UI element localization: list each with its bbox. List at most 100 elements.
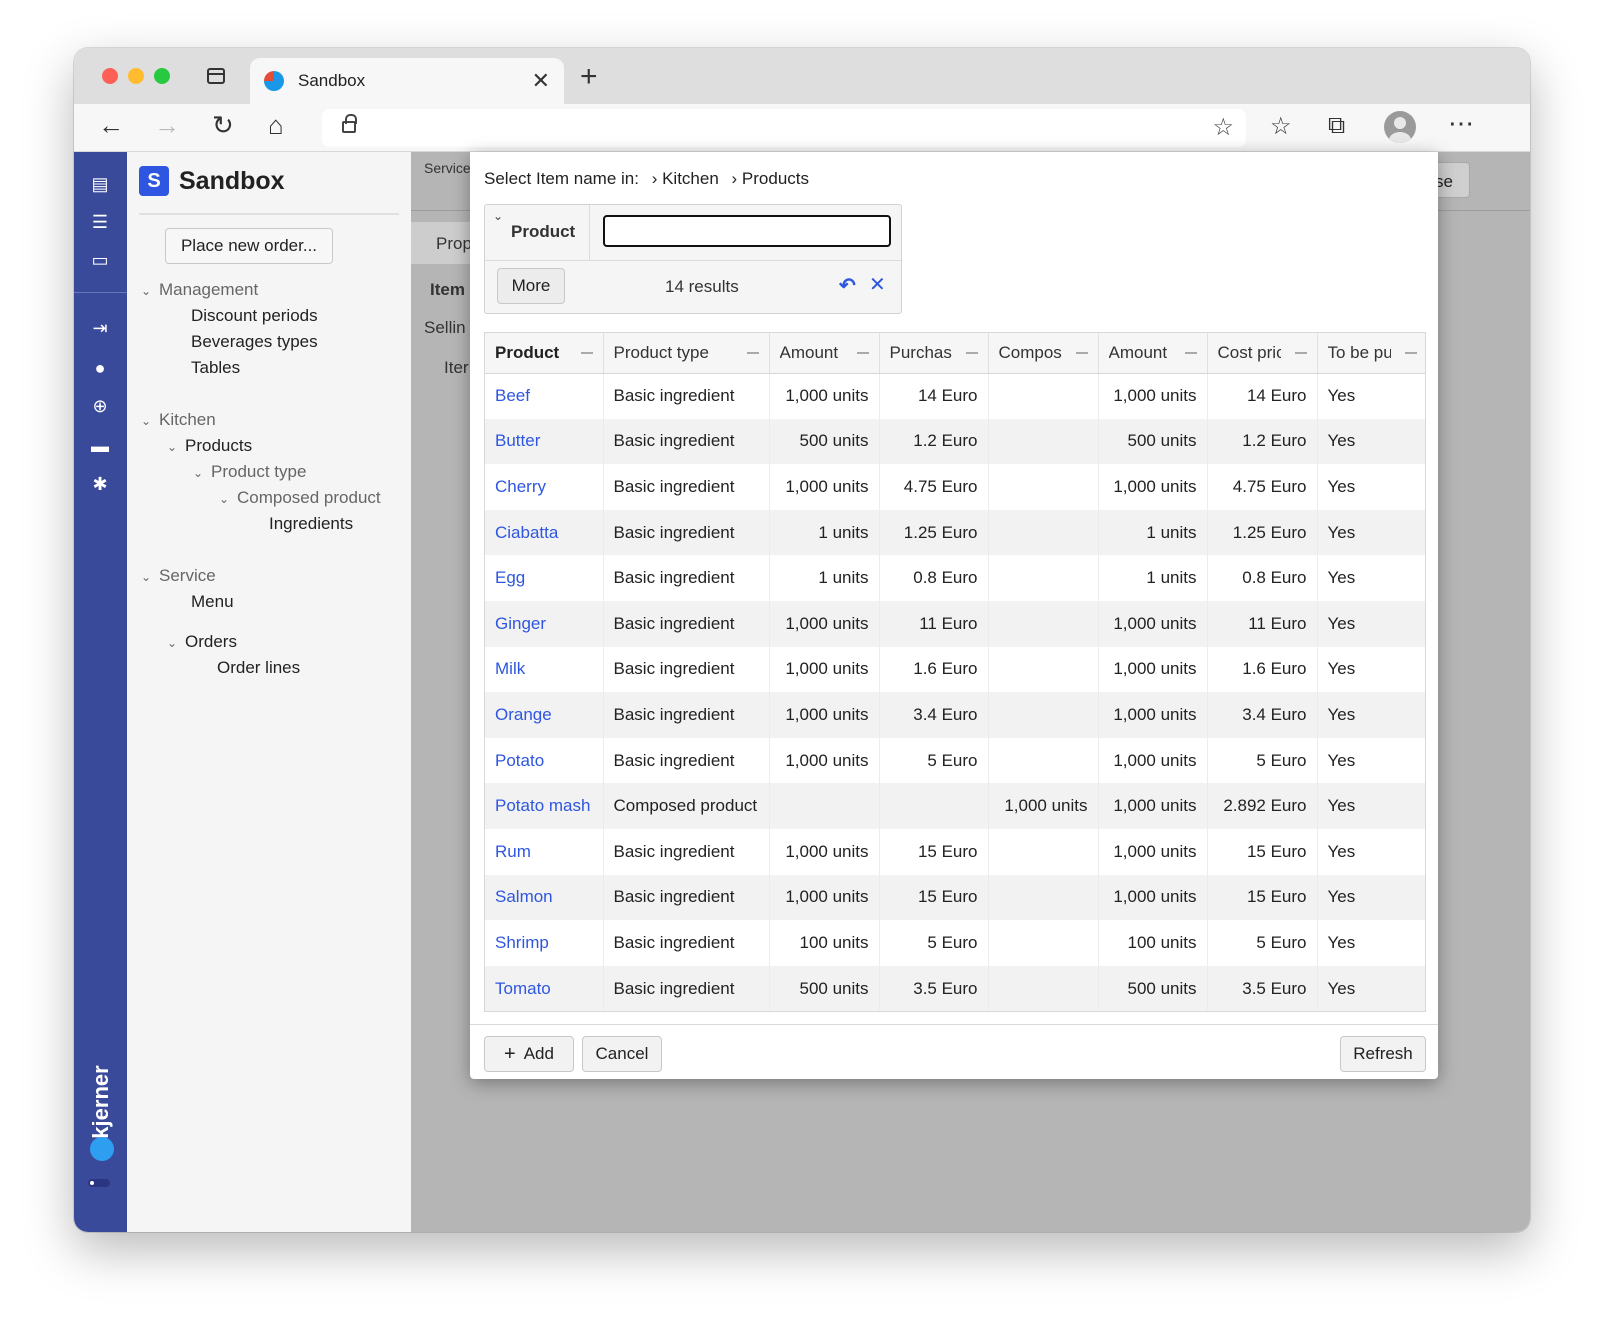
column-header-amount[interactable]: Amount xyxy=(769,333,880,374)
breadcrumb-products[interactable]: › Products xyxy=(732,169,809,188)
column-menu-icon[interactable] xyxy=(580,352,593,354)
home-icon[interactable]: ⌂ xyxy=(268,110,284,141)
table-row[interactable]: Butter Basic ingredient 500 units 1.2 Euro 5… xyxy=(485,418,1425,465)
globe-icon[interactable]: ⊕ xyxy=(88,394,112,418)
product-link[interactable]: Shrimp xyxy=(485,920,604,966)
column-menu-icon[interactable] xyxy=(965,352,978,354)
column-header-label: Amount xyxy=(779,343,839,362)
column-header-purchase[interactable]: Purchas xyxy=(879,333,989,374)
nav-item-discount-periods[interactable]: Discount periods xyxy=(191,306,318,326)
tab-close-icon[interactable]: ✕ xyxy=(532,68,550,94)
more-options-icon[interactable]: ⋯ xyxy=(1448,108,1474,139)
palette-icon[interactable]: ● xyxy=(88,356,112,380)
column-header-product[interactable]: Product xyxy=(485,333,604,374)
table-row[interactable]: Milk Basic ingredient 1,000 units 1.6 Euro 1… xyxy=(485,646,1425,693)
table-row[interactable]: Salmon Basic ingredient 1,000 units 15 Euro… xyxy=(485,874,1425,921)
product-link[interactable]: Ginger xyxy=(485,600,604,647)
product-link[interactable]: Ciabatta xyxy=(485,509,604,556)
column-header-to-be-purchased[interactable]: To be pu xyxy=(1317,333,1425,374)
gear-icon[interactable]: ✱ xyxy=(88,472,112,496)
login-icon[interactable]: ⇥ xyxy=(88,316,112,340)
column-header-amount-2[interactable]: Amount xyxy=(1098,333,1208,374)
new-tab-icon[interactable]: + xyxy=(580,60,598,94)
table-row[interactable]: Rum Basic ingredient 1,000 units 15 Euro 1,0… xyxy=(485,828,1425,875)
profile-avatar[interactable] xyxy=(1384,111,1416,143)
product-link[interactable]: Butter xyxy=(485,418,604,465)
product-link[interactable]: Potato mash xyxy=(485,783,604,829)
browser-tab[interactable]: Sandbox ✕ xyxy=(250,58,564,104)
table-cell: Yes xyxy=(1317,783,1425,829)
column-header-cost-price[interactable]: Cost pric xyxy=(1207,333,1318,374)
tab-actions-icon[interactable] xyxy=(207,68,225,84)
product-filter-input[interactable] xyxy=(603,215,891,247)
column-menu-icon[interactable] xyxy=(856,352,869,354)
nav-item-orders[interactable]: ⌄ Orders xyxy=(167,632,237,652)
column-menu-icon[interactable] xyxy=(1294,352,1307,354)
more-button[interactable]: More xyxy=(497,268,565,304)
cancel-button[interactable]: Cancel xyxy=(582,1036,662,1072)
product-link[interactable]: Milk xyxy=(485,646,604,693)
rail-toggle[interactable] xyxy=(88,1179,110,1187)
table-row[interactable]: Tomato Basic ingredient 500 units 3.5 Euro 5… xyxy=(485,965,1425,1011)
column-header-product-type[interactable]: Product type xyxy=(603,333,770,374)
dialog-footer-divider xyxy=(470,1024,1438,1025)
table-row[interactable]: Ciabatta Basic ingredient 1 units 1.25 Euro… xyxy=(485,509,1425,556)
column-menu-icon[interactable] xyxy=(1184,352,1197,354)
nav-group-service[interactable]: ⌄ Service xyxy=(141,566,216,586)
nav-group-kitchen[interactable]: ⌄ Kitchen xyxy=(141,410,216,430)
minimize-window-icon[interactable] xyxy=(128,68,144,84)
product-link[interactable]: Cherry xyxy=(485,464,604,510)
product-link[interactable]: Rum xyxy=(485,828,604,875)
maximize-window-icon[interactable] xyxy=(154,68,170,84)
window-icon[interactable]: ▭ xyxy=(88,248,112,272)
chevron-down-icon[interactable]: ⌄ xyxy=(493,209,503,223)
product-link[interactable]: Tomato xyxy=(485,965,604,1011)
collections-icon[interactable]: ⧉ xyxy=(1328,112,1345,140)
document-icon[interactable]: ▤ xyxy=(88,172,112,196)
place-new-order-button[interactable]: Place new order... xyxy=(165,228,333,264)
table-row[interactable]: Potato Basic ingredient 1,000 units 5 Euro 1… xyxy=(485,737,1425,784)
nav-item-beverages-types[interactable]: Beverages types xyxy=(191,332,318,352)
product-link[interactable]: Salmon xyxy=(485,874,604,921)
nav-item-menu[interactable]: Menu xyxy=(191,592,234,612)
product-link[interactable]: Potato xyxy=(485,737,604,784)
column-header-label: Amount xyxy=(1108,343,1168,362)
background-tab-label: Prop xyxy=(436,234,472,253)
breadcrumb-kitchen[interactable]: › Kitchen xyxy=(652,169,719,188)
table-row[interactable]: Egg Basic ingredient 1 units 0.8 Euro 1 unit… xyxy=(485,555,1425,601)
table-row[interactable]: Potato mash Composed product 1,000 units 1,… xyxy=(485,783,1425,829)
column-menu-icon[interactable] xyxy=(1075,352,1088,354)
nav-group-management[interactable]: ⌄ Management xyxy=(141,280,258,300)
nav-item-ingredients[interactable]: Ingredients xyxy=(269,514,353,534)
nav-item-order-lines[interactable]: Order lines xyxy=(217,658,300,678)
forward-arrow-icon[interactable]: → xyxy=(154,110,180,141)
back-arrow-icon[interactable]: ← xyxy=(98,110,124,141)
nav-group-product-type[interactable]: ⌄ Product type xyxy=(193,462,306,482)
keyboard-icon[interactable]: ▬ xyxy=(88,434,112,458)
reload-icon[interactable]: ↻ xyxy=(212,110,234,141)
product-link[interactable]: Beef xyxy=(485,373,604,419)
nav-group-composed-product[interactable]: ⌄ Composed product xyxy=(219,488,381,508)
table-row[interactable]: Orange Basic ingredient 1,000 units 3.4 Eur… xyxy=(485,692,1425,738)
close-window-icon[interactable] xyxy=(102,68,118,84)
column-header-composed[interactable]: Compos xyxy=(988,333,1099,374)
column-menu-icon[interactable] xyxy=(1404,352,1417,354)
add-button[interactable]: + Add xyxy=(484,1036,574,1072)
nav-item-products[interactable]: ⌄ Products xyxy=(167,436,252,456)
undo-icon[interactable]: ↶ xyxy=(839,273,856,298)
table-row[interactable]: Beef Basic ingredient 1,000 units 14 Euro 1,… xyxy=(485,373,1425,419)
add-favorite-icon[interactable]: ☆ xyxy=(1212,113,1234,142)
table-row[interactable]: Shrimp Basic ingredient 100 units 5 Euro 100… xyxy=(485,920,1425,966)
address-bar[interactable]: ☆ xyxy=(322,109,1246,147)
product-link[interactable]: Orange xyxy=(485,692,604,738)
table-row[interactable]: Cherry Basic ingredient 1,000 units 4.75 Eu… xyxy=(485,464,1425,510)
nav-item-tables[interactable]: Tables xyxy=(191,358,240,378)
product-link[interactable]: Egg xyxy=(485,555,604,601)
favorites-icon[interactable]: ☆ xyxy=(1270,112,1292,141)
table-row[interactable]: Ginger Basic ingredient 1,000 units 11 Euro… xyxy=(485,600,1425,647)
column-menu-icon[interactable] xyxy=(746,352,759,354)
refresh-button[interactable]: Refresh xyxy=(1340,1036,1426,1072)
clear-filter-icon[interactable]: ✕ xyxy=(869,272,886,297)
nav-label: Products xyxy=(185,436,253,455)
list-check-icon[interactable]: ☰ xyxy=(88,210,112,234)
